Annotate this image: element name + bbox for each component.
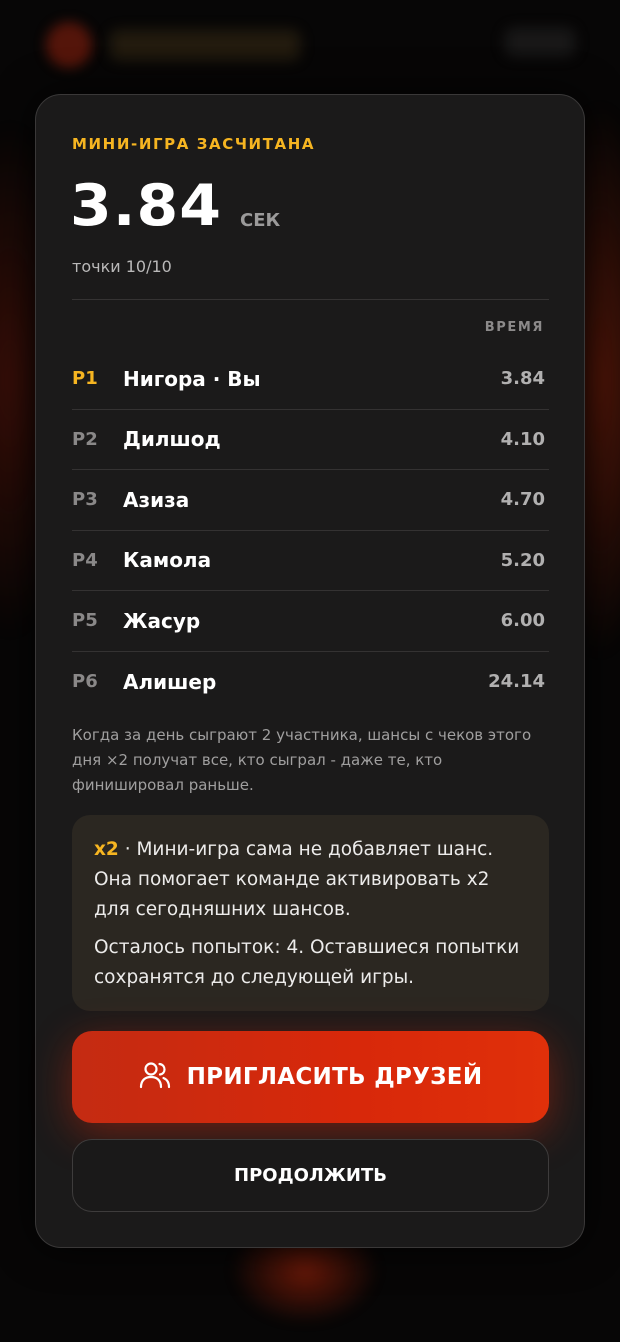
row-rank: P1: [72, 368, 98, 390]
result-modal: МИНИ-ИГРА ЗАСЧИТАНА 3.84 СЕК точки 10/10…: [35, 94, 585, 1248]
row-name: Жасур: [123, 608, 201, 633]
row-rank: P6: [72, 671, 98, 693]
info-text-rest: · Мини-игра сама не добавляет шанс. Она …: [94, 839, 494, 920]
score: 3.84 СЕК: [70, 171, 280, 241]
row-time: 5.20: [500, 549, 545, 571]
row-name: Камола: [123, 548, 212, 573]
row-name: Азиза: [123, 487, 190, 512]
leaderboard-row: P1 Нигора · Вы 3.84: [72, 349, 549, 410]
leaderboard-row: P3 Азиза 4.70: [72, 470, 549, 531]
row-time: 4.70: [500, 489, 545, 511]
leaderboard: P1 Нигора · Вы 3.84 P2 Дилшод 4.10 P3 Аз…: [72, 349, 549, 712]
row-name: Нигора · Вы: [123, 366, 261, 391]
continue-button[interactable]: ПРОДОЛЖИТЬ: [72, 1139, 549, 1212]
info-text: x2 · Мини-игра сама не добавляет шанс. О…: [94, 835, 527, 925]
continue-label: ПРОДОЛЖИТЬ: [234, 1165, 387, 1186]
score-value: 3.84: [70, 172, 223, 240]
row-rank: P4: [72, 549, 98, 571]
leaderboard-row: P5 Жасур 6.00: [72, 591, 549, 652]
row-time: 3.84: [500, 368, 545, 390]
row-name: Алишер: [123, 669, 217, 694]
row-name: Дилшод: [123, 427, 221, 452]
leaderboard-row: P4 Камола 5.20: [72, 531, 549, 591]
users-icon: [139, 1060, 171, 1094]
invite-friends-button[interactable]: ПРИГЛАСИТЬ ДРУЗЕЙ: [72, 1031, 549, 1123]
row-rank: P5: [72, 610, 98, 632]
row-time: 4.10: [500, 428, 545, 450]
x2-badge: x2: [94, 839, 119, 860]
divider: [72, 299, 549, 300]
blurred-logo: [46, 22, 92, 68]
blurred-header-title: [110, 30, 300, 60]
x2-rules-note: Когда за день сыграют 2 участника, шансы…: [72, 726, 532, 794]
leaderboard-row: P2 Дилшод 4.10: [72, 410, 549, 470]
attempts-text: Осталось попыток: 4. Оставшиеся попытки …: [94, 937, 520, 988]
points-label: точки 10/10: [72, 257, 172, 276]
row-rank: P3: [72, 489, 98, 511]
row-time: 24.14: [488, 671, 545, 693]
time-column-header: ВРЕМЯ: [484, 320, 544, 335]
leaderboard-row: P6 Алишер 24.14: [72, 652, 549, 713]
result-eyebrow: МИНИ-ИГРА ЗАСЧИТАНА: [72, 135, 316, 153]
score-unit: СЕК: [240, 210, 281, 231]
info-box: x2 · Мини-игра сама не добавляет шанс. О…: [72, 815, 549, 1011]
row-rank: P2: [72, 428, 98, 450]
row-time: 6.00: [500, 610, 545, 632]
blurred-header-action: [505, 28, 575, 56]
invite-friends-label: ПРИГЛАСИТЬ ДРУЗЕЙ: [186, 1064, 483, 1090]
